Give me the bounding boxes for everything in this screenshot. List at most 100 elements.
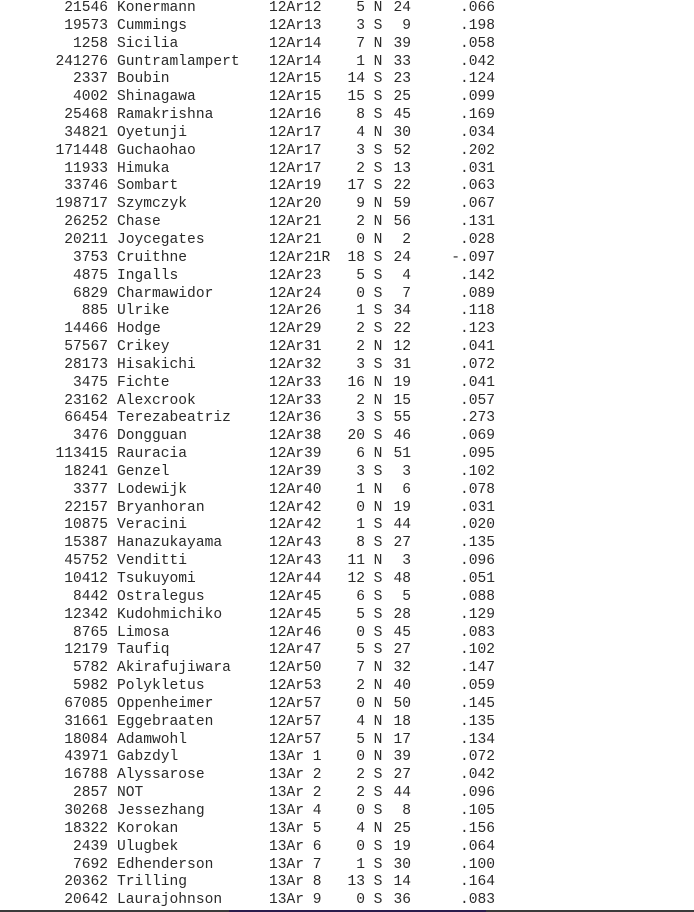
daily-motion-value: .095	[459, 446, 495, 463]
asteroid-number: 171448	[55, 142, 108, 159]
declination-degrees: 16	[347, 374, 365, 391]
asteroid-number: 2857	[72, 785, 108, 802]
asteroid-name: Edhenderson	[117, 856, 214, 873]
listing-row: 241276 Guntramlampert 12Ar14 1 N 33 .042	[0, 54, 495, 72]
asteroid-name: Sicilia	[117, 35, 179, 52]
declination-degrees: 2	[356, 767, 365, 784]
declination-hemisphere: S	[373, 802, 383, 819]
asteroid-number: 2439	[72, 838, 108, 855]
daily-motion-value: .169	[459, 107, 495, 124]
daily-motion-value: .028	[459, 231, 495, 248]
declination-degrees: 2	[356, 339, 365, 356]
ephemeris-listing: 21546 Konermann 12Ar12 5 N 24.066 19573 Cumming…	[0, 0, 495, 910]
asteroid-name: Ingalls	[117, 267, 179, 284]
listing-row: 30268 Jessezhang 13Ar 4 0 S 8 .105	[0, 803, 495, 821]
asteroid-name: Joycegates	[117, 231, 205, 248]
declination-hemisphere: S	[373, 89, 383, 106]
asteroid-number: 23162	[64, 392, 108, 409]
zodiac-position: 13Ar 7	[269, 856, 322, 873]
declination-hemisphere: N	[373, 0, 383, 16]
declination-degrees: 2	[356, 392, 365, 409]
zodiac-position: 12Ar40	[269, 481, 322, 498]
daily-motion-value: .020	[459, 517, 495, 534]
declination-minutes: 59	[393, 196, 411, 213]
listing-row: 34821 Oyetunji 12Ar17 4 N 30 .034	[0, 125, 495, 143]
asteroid-name: Limosa	[117, 624, 170, 641]
zodiac-position: 12Ar21R	[269, 249, 331, 266]
asteroid-number: 2337	[72, 71, 108, 88]
daily-motion-value: .198	[459, 17, 495, 34]
listing-row: 4875 Ingalls 12Ar23 5 S 4 .142	[0, 268, 495, 286]
declination-degrees: 0	[356, 285, 365, 302]
asteroid-number: 12342	[64, 606, 108, 623]
listing-row: 2337 Boubin 12Ar15 14 S 23 .124	[0, 71, 495, 89]
asteroid-number: 5782	[72, 660, 108, 677]
daily-motion-value: .099	[459, 89, 495, 106]
listing-row: 26252 Chase 12Ar21 2 N 56 .131	[0, 214, 495, 232]
daily-motion-value: .096	[459, 553, 495, 570]
declination-hemisphere: N	[373, 446, 383, 463]
declination-minutes: 45	[393, 624, 411, 641]
asteroid-name: Genzel	[117, 463, 170, 480]
listing-row: 14466 Hodge 12Ar29 2 S 22 .123	[0, 321, 495, 339]
daily-motion-value: .041	[459, 339, 495, 356]
asteroid-name: Tsukuyomi	[117, 571, 196, 587]
daily-motion-value: .072	[459, 356, 495, 373]
zodiac-position: 12Ar14	[269, 53, 322, 70]
daily-motion-value: .105	[459, 802, 495, 819]
zodiac-position: 12Ar43	[269, 553, 322, 570]
zodiac-position: 12Ar57	[269, 695, 322, 712]
daily-motion-value: .078	[459, 481, 495, 498]
asteroid-name: Trilling	[117, 874, 188, 891]
listing-row: 1258 Sicilia 12Ar14 7 N 39 .058	[0, 36, 495, 54]
zodiac-position: 12Ar17	[269, 142, 322, 159]
asteroid-name: Kudohmichiko	[117, 606, 223, 623]
asteroid-name: Gabzdyl	[117, 749, 179, 766]
listing-row: 20211 Joycegates 12Ar21 0 N 2 .028	[0, 232, 495, 250]
asteroid-number: 10412	[64, 571, 108, 587]
declination-hemisphere: N	[373, 749, 383, 766]
daily-motion-value: .134	[459, 731, 495, 748]
declination-minutes: 19	[393, 374, 411, 391]
asteroid-name: Korokan	[117, 820, 179, 837]
asteroid-number: 15387	[64, 535, 108, 552]
listing-row: 67085 Oppenheimer 12Ar57 0 N 50 .145	[0, 696, 495, 714]
asteroid-number: 18084	[64, 731, 108, 748]
declination-hemisphere: N	[373, 678, 383, 695]
declination-minutes: 19	[393, 838, 411, 855]
listing-row: 113415 Rauracia 12Ar39 6 N 51 .095	[0, 446, 495, 464]
declination-hemisphere: S	[373, 428, 383, 445]
asteroid-name: Szymczyk	[117, 196, 188, 213]
declination-minutes: 8	[402, 802, 411, 819]
asteroid-name: Charmawidor	[117, 285, 214, 302]
listing-row: 885 Ulrike 12Ar26 1 S 34 .118	[0, 303, 495, 321]
declination-hemisphere: N	[373, 53, 383, 70]
zodiac-position: 12Ar26	[269, 303, 322, 320]
listing-row: 4002 Shinagawa 12Ar15 15 S 25 .099	[0, 89, 495, 107]
asteroid-number: 43971	[64, 749, 108, 766]
zodiac-position: 12Ar17	[269, 124, 322, 141]
declination-degrees: 12	[347, 571, 365, 587]
asteroid-number: 3475	[72, 374, 108, 391]
zodiac-position: 12Ar45	[269, 588, 322, 605]
declination-hemisphere: S	[373, 303, 383, 320]
daily-motion-value: .067	[459, 196, 495, 213]
asteroid-number: 7692	[72, 856, 108, 873]
declination-degrees: 0	[356, 624, 365, 641]
declination-degrees: 8	[356, 107, 365, 124]
zodiac-position: 13Ar 9	[269, 892, 322, 909]
daily-motion-value: .066	[459, 0, 495, 16]
declination-minutes: 22	[393, 321, 411, 338]
zodiac-position: 12Ar39	[269, 463, 322, 480]
asteroid-name: Boubin	[117, 71, 170, 88]
listing-row: 2857 NOT 13Ar 2 2 S 44 .096	[0, 785, 495, 803]
declination-degrees: 4	[356, 820, 365, 837]
asteroid-number: 3753	[72, 249, 108, 266]
asteroid-number: 11933	[64, 160, 108, 177]
declination-degrees: 5	[356, 0, 365, 16]
declination-minutes: 31	[393, 356, 411, 373]
declination-minutes: 7	[402, 285, 411, 302]
declination-hemisphere: N	[373, 124, 383, 141]
declination-minutes: 39	[393, 35, 411, 52]
asteroid-number: 20211	[64, 231, 108, 248]
